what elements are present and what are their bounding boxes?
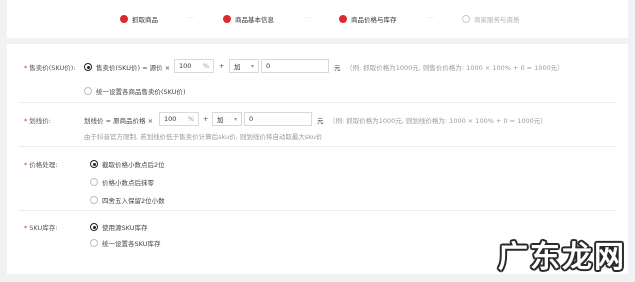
strike-price-addend-input[interactable]: 0 [244, 112, 312, 126]
price-handling-label: * 价格处理: [24, 161, 58, 169]
step-separator: ··· [187, 15, 196, 22]
step-inactive-icon [462, 15, 470, 23]
chevron-down-icon: ▾ [250, 62, 254, 70]
strike-price-formula: 划线价 = 原商品价格 × [84, 117, 154, 125]
sku-stock-label: * SKU库存: [24, 224, 58, 232]
step-separator: ··· [427, 15, 436, 22]
strike-price-unit: 元 [317, 117, 324, 125]
radio-unchecked-icon [84, 87, 92, 95]
sale-price-hint: （例: 抓取价格为1000元, 则售价价格为: 1000 × 100% + 0 … [346, 64, 564, 72]
section-divider [19, 146, 615, 147]
sku-stock-option-uniform[interactable]: 统一设置各SKU库存 [90, 238, 160, 248]
radio-checked-icon [90, 223, 98, 231]
step-service-qualification[interactable]: 商家服务与资质 [462, 14, 520, 24]
step-fetch-product[interactable]: 抓取商品 [120, 14, 158, 24]
radio-unchecked-icon [90, 178, 98, 186]
section-divider [19, 102, 615, 103]
sale-price-formula-radio[interactable]: 售卖价(SKU价) = 源价 × [84, 62, 170, 72]
price-handling-option-truncate[interactable]: 截取价格小数点后2位 [90, 159, 165, 169]
sale-price-percent-input[interactable]: 100 % [174, 59, 214, 73]
radio-checked-icon [90, 160, 98, 168]
plus-sign: + [219, 62, 225, 70]
step-active-icon [223, 15, 231, 23]
sale-price-label: * 售卖价(SKU价): [24, 64, 76, 72]
price-handling-option-zero[interactable]: 价格小数点后抹零 [90, 177, 154, 187]
section-divider [19, 210, 615, 211]
sale-price-addend-input[interactable]: 0 [261, 59, 329, 73]
strike-price-operator-select[interactable]: 加 ▾ [212, 112, 242, 126]
step-label: 抓取商品 [132, 16, 158, 24]
radio-unchecked-icon [90, 196, 98, 204]
step-separator: ··· [303, 15, 312, 22]
step-active-icon [120, 15, 128, 23]
step-active-icon [339, 15, 347, 23]
strike-price-percent-input[interactable]: 100 % [159, 112, 199, 126]
sale-price-unit: 元 [334, 64, 341, 72]
sale-price-operator-select[interactable]: 加 ▾ [229, 59, 259, 73]
strike-price-hint: （例: 抓取价格为1000元, 则划线价格为: 1000 × 100% + 0 … [329, 117, 547, 125]
radio-unchecked-icon [90, 239, 98, 247]
step-basic-info[interactable]: 商品基本信息 [223, 14, 274, 24]
step-label: 商品基本信息 [235, 16, 274, 24]
strike-price-note: 由于抖音官方限制, 若划线价低于售卖价计算后sku价, 则划线价将自动取最大sk… [84, 133, 323, 141]
plus-sign: + [203, 115, 209, 123]
watermark-logo: 广东龙网 [498, 240, 626, 275]
step-price-stock[interactable]: 商品价格与库存 [339, 14, 397, 24]
price-handling-option-round[interactable]: 四舍五入保留2位小数 [90, 195, 165, 205]
sku-stock-option-source[interactable]: 使用源SKU库存 [90, 222, 147, 232]
step-label: 商品价格与库存 [351, 16, 397, 24]
step-label: 商家服务与资质 [474, 16, 520, 24]
progress-steps: 抓取商品 ··· 商品基本信息 ··· 商品价格与库存 ··· 商家服务与资质 [7, 0, 628, 38]
chevron-down-icon: ▾ [233, 115, 237, 123]
sale-price-uniform-radio[interactable]: 统一设置各商品售卖价(SKU价) [84, 86, 186, 96]
radio-checked-icon [84, 63, 92, 71]
strike-price-label: * 划线价: [24, 117, 51, 125]
